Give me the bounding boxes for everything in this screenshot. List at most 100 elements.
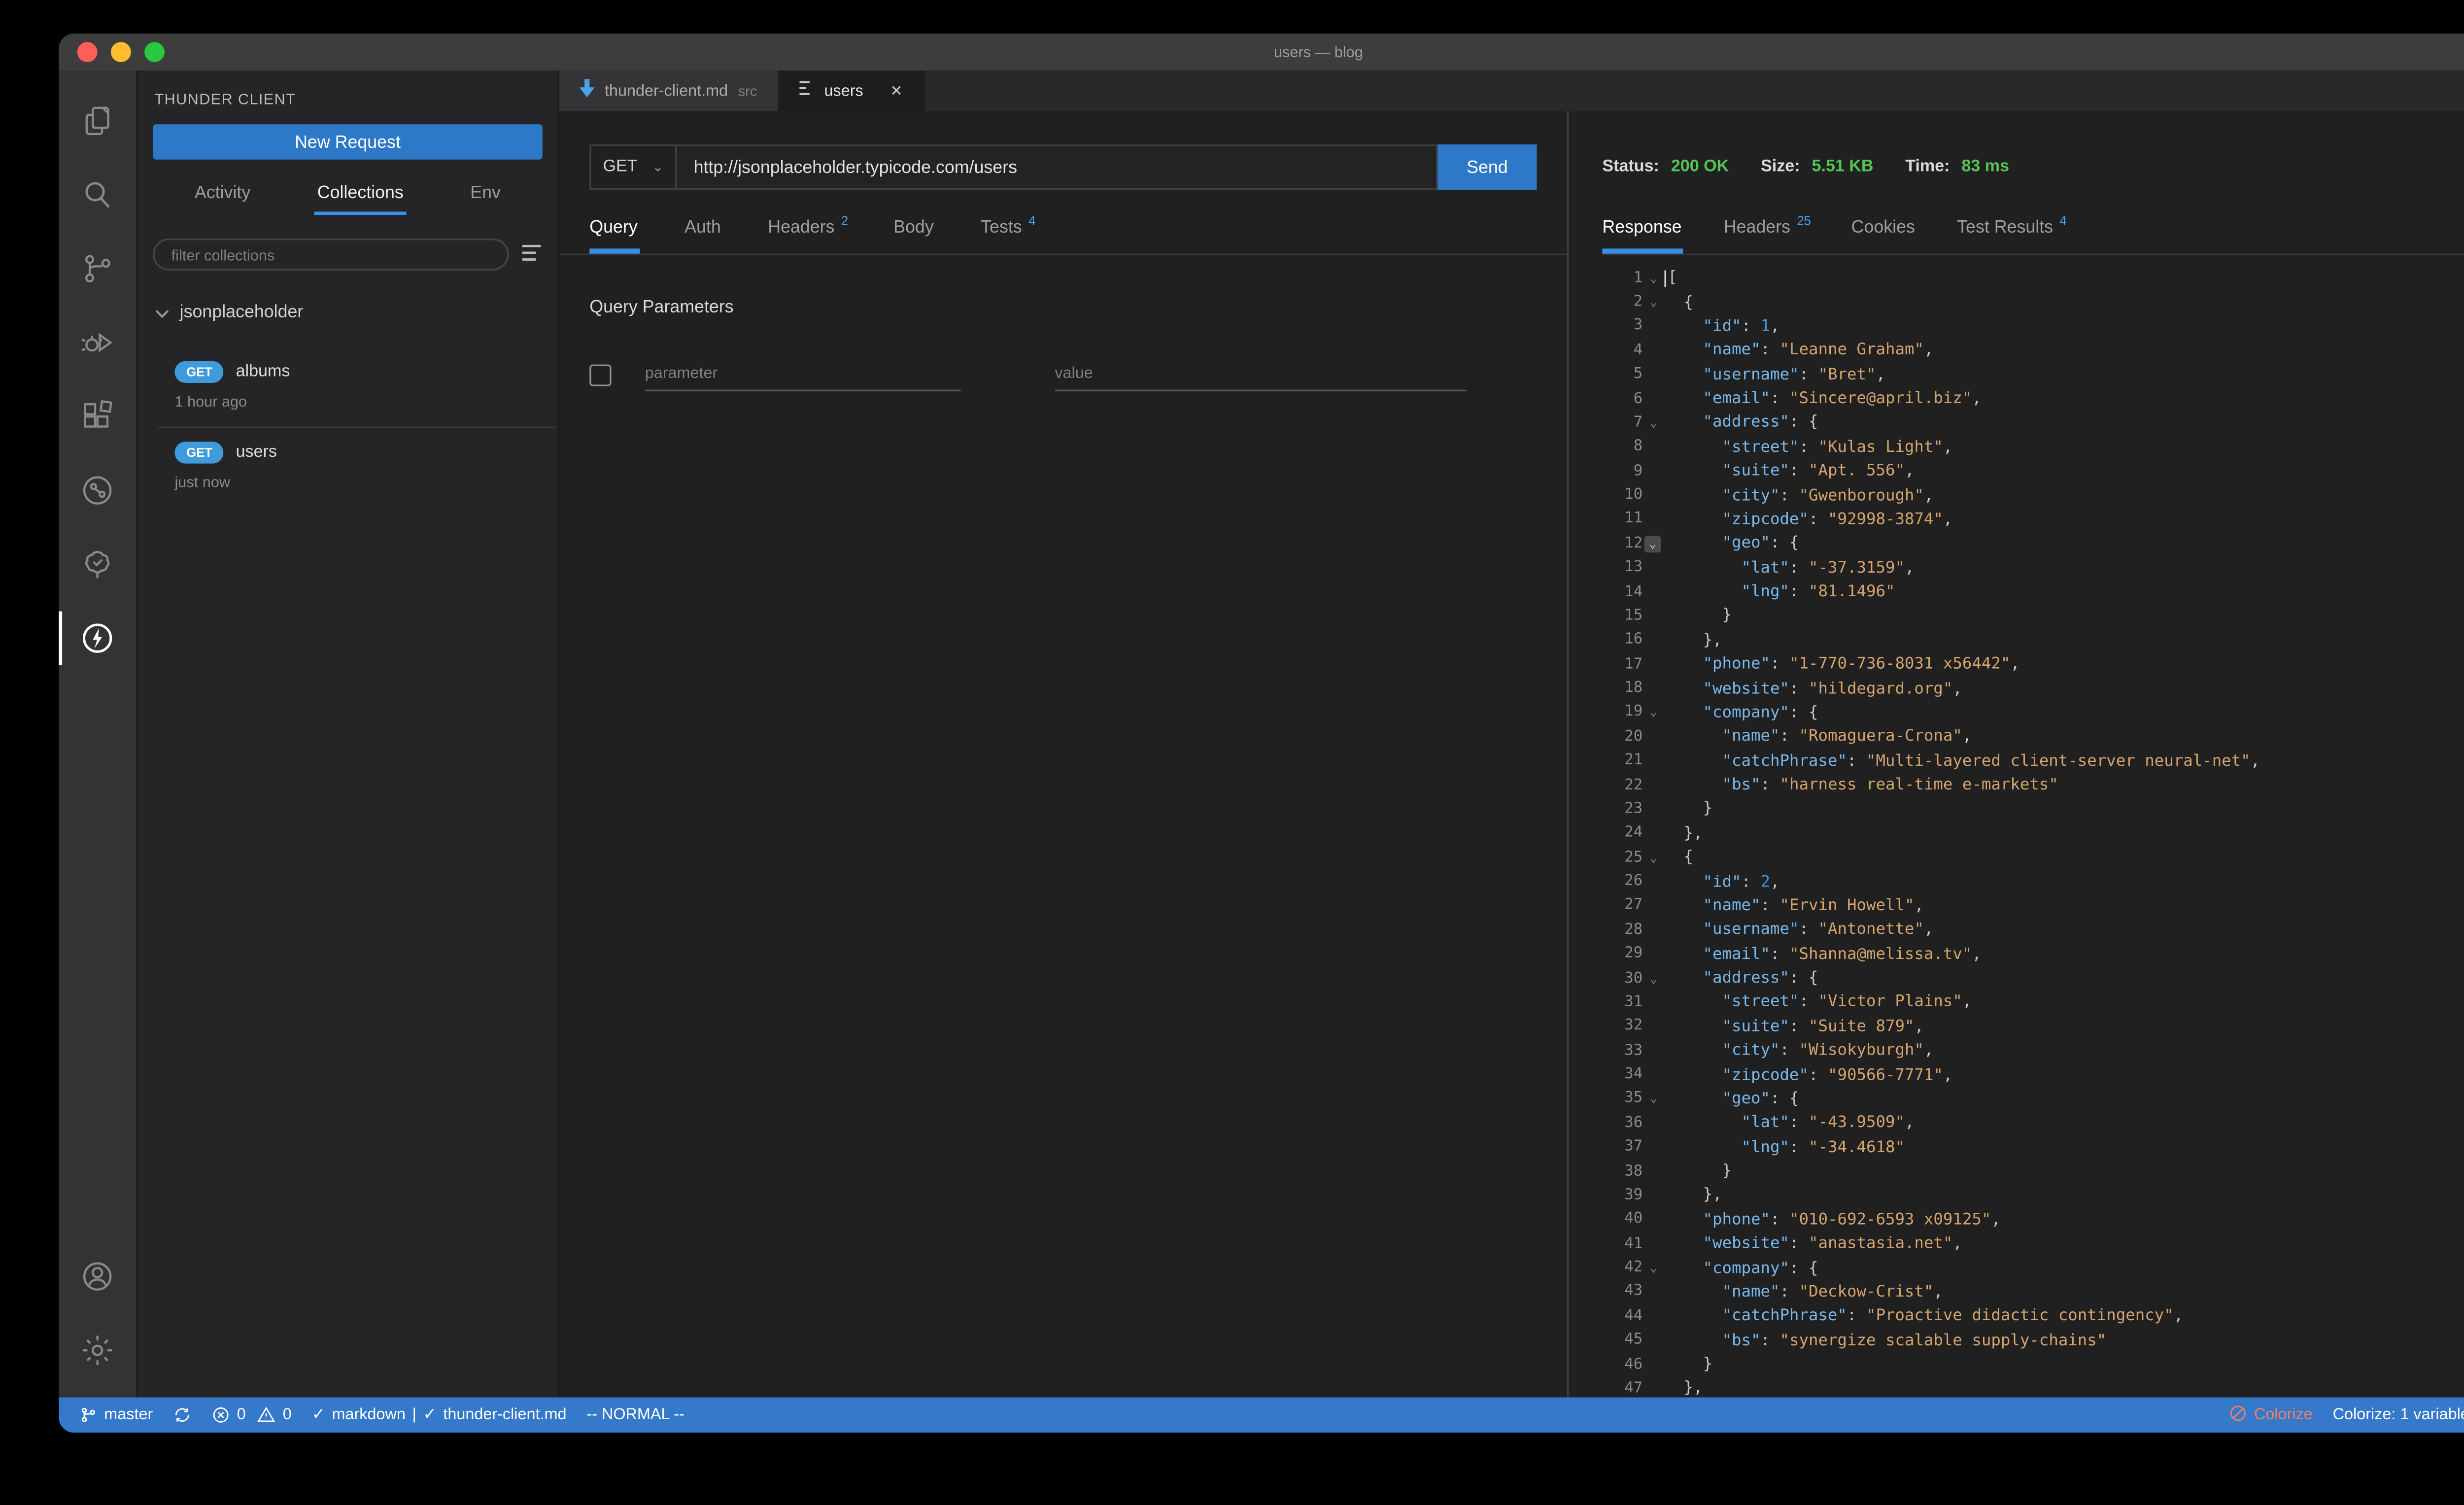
tab-collections[interactable]: Collections xyxy=(314,173,407,215)
source-control-icon[interactable] xyxy=(59,232,136,306)
code-text: } xyxy=(1664,1163,1731,1181)
vscode-window: users — blog xyxy=(59,34,2464,1433)
code-line: 17 "phone": "1-770-736-8031 x56442", xyxy=(1602,652,2464,677)
code-line: 28 "username": "Antonette", xyxy=(1602,918,2464,942)
code-line: 37 "lng": "-34.4618" xyxy=(1602,1135,2464,1160)
zoom-window-button[interactable] xyxy=(144,42,165,62)
response-code: 1⌄[2⌄ {3 "id": 1,4 "name": "Leanne Graha… xyxy=(1602,254,2464,1397)
collection-name: jsonplaceholder xyxy=(180,302,304,322)
fold-toggle-icon[interactable]: ⌄ xyxy=(1643,970,1664,987)
collection-jsonplaceholder[interactable]: jsonplaceholder xyxy=(137,271,557,328)
list-item-users[interactable]: GET users just now xyxy=(137,428,557,504)
code-line: 8 "street": "Kulas Light", xyxy=(1602,435,2464,459)
tab-label: users xyxy=(824,81,863,100)
tab-cookies[interactable]: Cookies xyxy=(1851,213,1917,253)
colorize-disabled-item[interactable]: Colorize xyxy=(2229,1403,2313,1427)
lang-name: markdown xyxy=(332,1406,405,1424)
code-text: "company": { xyxy=(1664,1259,1818,1277)
thunder-client-icon[interactable] xyxy=(59,601,136,675)
code-text: "catchPhrase": "Proactive didactic conti… xyxy=(1664,1307,2183,1326)
fold-toggle-icon[interactable]: ⌄ xyxy=(1643,1091,1664,1107)
fold-toggle-icon[interactable]: ⌄ xyxy=(1643,270,1664,287)
sync-icon[interactable] xyxy=(173,1406,191,1424)
tab-users[interactable]: users ✕ xyxy=(779,70,925,111)
code-text: }, xyxy=(1664,631,1722,650)
traffic-lights xyxy=(77,34,165,70)
code-line: 20 "name": "Romaguera-Crona", xyxy=(1602,725,2464,749)
remote-circle-icon[interactable] xyxy=(59,453,136,527)
request-pane: GET ⌄ Send Query Auth Headers 2 xyxy=(559,111,1567,1398)
close-icon[interactable]: ✕ xyxy=(890,81,903,100)
sidebar-tabs: Activity Collections Env xyxy=(137,173,557,215)
list-item-albums[interactable]: GET albums 1 hour ago xyxy=(137,347,557,423)
code-text: "name": "Deckow-Crist", xyxy=(1664,1283,1943,1301)
code-text: "phone": "1-770-736-8031 x56442", xyxy=(1664,655,2019,674)
send-button[interactable]: Send xyxy=(1437,144,1537,190)
colorize-variables-item[interactable]: Colorize: 1 variables xyxy=(2333,1406,2464,1424)
tab-env[interactable]: Env xyxy=(467,173,504,215)
tab-query[interactable]: Query xyxy=(589,213,639,253)
line-number: 19 xyxy=(1602,705,1643,721)
explorer-icon[interactable] xyxy=(59,84,136,158)
tab-activity[interactable]: Activity xyxy=(191,173,254,215)
minimize-window-button[interactable] xyxy=(111,42,131,62)
response-pane: Status: 200 OK Size: 5.51 KB Time: 83 ms… xyxy=(1569,111,2464,1398)
new-request-button[interactable]: New Request xyxy=(153,124,543,160)
menu-icon[interactable] xyxy=(521,239,543,270)
run-debug-icon[interactable] xyxy=(59,306,136,379)
fold-toggle-icon[interactable]: ⌄ xyxy=(1643,705,1664,721)
size-label: Size: xyxy=(1761,158,1800,176)
close-window-button[interactable] xyxy=(77,42,98,62)
fold-toggle-icon[interactable]: ⌄ xyxy=(1643,294,1664,311)
code-text: "id": 1, xyxy=(1664,317,1780,336)
code-line: 31 "street": "Victor Plains", xyxy=(1602,991,2464,1015)
method-badge: GET xyxy=(174,442,224,463)
param-checkbox[interactable] xyxy=(589,364,611,385)
line-number: 5 xyxy=(1602,367,1643,383)
line-number: 43 xyxy=(1602,1284,1643,1300)
response-tabs: Response Headers 25 Cookies Test Results… xyxy=(1602,213,2464,253)
fold-toggle-icon[interactable]: ⌄ xyxy=(1643,415,1664,432)
tab-response[interactable]: Response xyxy=(1602,213,1683,253)
editor-tab-strip: thunder-client.md src users ✕ xyxy=(559,70,2464,111)
url-input[interactable] xyxy=(677,157,1436,177)
code-line: 18 "website": "hildegard.org", xyxy=(1602,677,2464,701)
parameter-input[interactable] xyxy=(645,357,961,390)
tab-headers[interactable]: Headers 2 xyxy=(768,213,848,253)
code-text: { xyxy=(1664,293,1693,311)
tab-resp-headers[interactable]: Headers 25 xyxy=(1724,213,1811,253)
method-dropdown[interactable]: GET ⌄ xyxy=(589,144,677,190)
problems-item[interactable]: 0 0 xyxy=(212,1406,292,1424)
code-line: 36 "lat": "-43.9509", xyxy=(1602,1111,2464,1135)
settings-gear-icon[interactable] xyxy=(59,1313,136,1387)
tab-thunder-client-md[interactable]: thunder-client.md src xyxy=(559,70,779,111)
thunder-client-sidebar: THUNDER CLIENT New Request Activity Coll… xyxy=(136,70,557,1397)
line-number: 34 xyxy=(1602,1066,1643,1083)
code-line: 40 "phone": "010-692-6593 x09125", xyxy=(1602,1208,2464,1232)
tab-auth[interactable]: Auth xyxy=(684,213,722,253)
fold-toggle-icon[interactable]: ⌄ xyxy=(1644,536,1661,552)
tab-tests[interactable]: Tests 4 xyxy=(981,213,1035,253)
tab-test-results[interactable]: Test Results 4 xyxy=(1957,213,2066,253)
warning-count: 0 xyxy=(283,1406,292,1424)
fold-toggle-icon[interactable]: ⌄ xyxy=(1643,1260,1664,1276)
time-value: 83 ms xyxy=(1961,158,2009,176)
line-number: 28 xyxy=(1602,922,1643,938)
code-text: }, xyxy=(1664,1187,1722,1205)
lint-status-item[interactable]: ✓ markdown | ✓ thunder-client.md xyxy=(312,1406,567,1424)
filter-collections-input[interactable] xyxy=(153,239,509,271)
line-number: 36 xyxy=(1602,1115,1643,1131)
line-number: 40 xyxy=(1602,1211,1643,1228)
value-input[interactable] xyxy=(1055,357,1466,390)
code-text: } xyxy=(1664,607,1731,625)
extensions-icon[interactable] xyxy=(59,379,136,453)
search-icon[interactable] xyxy=(59,158,136,232)
code-line: 9 "suite": "Apt. 556", xyxy=(1602,459,2464,483)
fold-toggle-icon[interactable]: ⌄ xyxy=(1643,849,1664,866)
line-number: 42 xyxy=(1602,1260,1643,1276)
request-name: users xyxy=(236,444,277,462)
account-icon[interactable] xyxy=(59,1239,136,1313)
testing-icon[interactable] xyxy=(59,527,136,601)
tab-body[interactable]: Body xyxy=(893,213,935,253)
git-branch-item[interactable]: master xyxy=(79,1406,153,1424)
